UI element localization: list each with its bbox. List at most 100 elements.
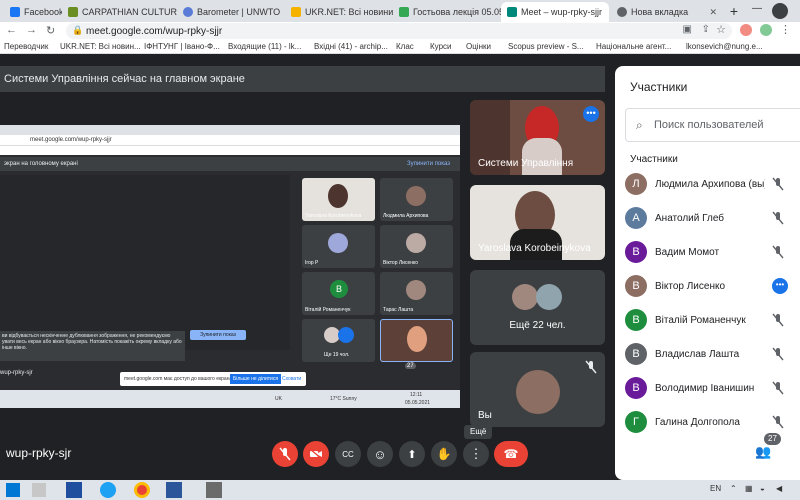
captions-button[interactable]: CC xyxy=(335,441,361,467)
new-tab-button[interactable]: + xyxy=(726,3,742,19)
back-icon[interactable]: ← xyxy=(6,24,17,36)
tab-facebook[interactable]: Facebook✕ xyxy=(4,2,62,22)
browser-tab-strip: Facebook✕ CARPATHIAN CULTURAL✕ Barometer… xyxy=(0,0,800,22)
tab-meet[interactable]: Meet – wup-rpky-sjjr✕ xyxy=(501,2,609,22)
tab-new[interactable]: Нова вкладка ✕ xyxy=(611,2,723,22)
mini-tile: Віктор Лисенко xyxy=(380,225,453,268)
wifi-icon[interactable]: ◒ xyxy=(760,484,765,493)
language-indicator[interactable]: EN xyxy=(710,484,721,493)
tab-lecture[interactable]: Гостьова лекція 05.05.✕ xyxy=(393,2,501,22)
word-app-icon[interactable] xyxy=(66,482,82,498)
present-button[interactable]: ⬆ xyxy=(399,441,425,467)
bookmark-item[interactable]: ІФНТУНГ | Івано-Ф... xyxy=(144,42,220,51)
bookmark-item[interactable]: Вхідні (41) - archip... xyxy=(314,42,388,51)
mic-off-icon xyxy=(279,447,291,461)
people-search[interactable]: ⌕ Поиск пользователей xyxy=(625,108,800,142)
tab-unwto[interactable]: Barometer | UNWTO✕ xyxy=(177,2,285,22)
participant-count-badge: 27 xyxy=(764,433,781,445)
person-photo xyxy=(536,284,562,310)
shared-stop-link[interactable]: Зупинити показ xyxy=(407,157,450,171)
start-icon[interactable] xyxy=(6,483,20,497)
raise-hand-button[interactable]: ✋ xyxy=(431,441,457,467)
mini-tile: Ще 19 чол. xyxy=(302,319,375,362)
participant-row[interactable]: В Віталій Романенчук xyxy=(625,307,800,333)
person-photo xyxy=(328,233,348,253)
tile-more-participants[interactable]: Ещё 22 чел. xyxy=(470,270,605,345)
bookmark-item[interactable]: Scopus preview - S... xyxy=(508,42,584,51)
tab-carpathian[interactable]: CARPATHIAN CULTURAL✕ xyxy=(62,2,177,22)
task-view-icon[interactable] xyxy=(32,483,46,497)
present-icon: ⬆ xyxy=(407,448,417,461)
mini-tile-name: Ще 19 чол. xyxy=(324,352,350,358)
warning-stop-button[interactable]: Зупинити показ xyxy=(190,330,246,340)
bookmark-item[interactable]: Клас xyxy=(396,42,414,51)
bookmark-item[interactable]: Входящие (11) - lk... xyxy=(228,42,301,51)
word-doc-icon[interactable] xyxy=(166,482,182,498)
avatar: В xyxy=(625,377,647,399)
share-notice: meet.google.com має доступ до вашого екр… xyxy=(120,372,306,386)
participant-row[interactable]: В Владислав Лашта xyxy=(625,341,800,367)
more-options-button[interactable]: ⋮ xyxy=(463,441,489,467)
extension-icon[interactable] xyxy=(760,24,772,36)
participant-row[interactable]: Г Галина Долгопола xyxy=(625,409,800,435)
tab-label: UKR.NET: Всі новини Ук xyxy=(305,7,393,17)
participant-row[interactable]: Л Людмила Архипова (вы) xyxy=(625,171,800,197)
participant-row[interactable]: В Володимир Іванишин xyxy=(625,375,800,401)
bookmark-item[interactable]: Курси xyxy=(430,42,452,51)
share-icon[interactable]: ⇪ xyxy=(702,24,710,35)
extension-icon[interactable] xyxy=(740,24,752,36)
hide-notice-link[interactable]: Сховати xyxy=(282,372,301,386)
address-bar-row: ← → ↻ 🔒 meet.google.com/wup-rpky-sjjr ▣ … xyxy=(0,22,800,40)
minimize-icon[interactable]: — xyxy=(752,3,762,14)
reload-icon[interactable]: ↻ xyxy=(46,24,55,37)
chrome-app-icon[interactable] xyxy=(134,482,150,498)
tile-presenter[interactable]: Системи Управління ••• xyxy=(470,100,605,175)
bookmark-item[interactable]: UKR.NET: Всі новин... xyxy=(60,42,141,51)
more-options-icon[interactable]: ••• xyxy=(772,278,788,294)
reactions-button[interactable]: ☺ xyxy=(367,441,393,467)
close-icon[interactable]: ✕ xyxy=(606,7,609,18)
self-avatar xyxy=(516,370,560,414)
tray-icon[interactable]: ⌃ xyxy=(730,484,737,493)
lock-icon: 🔒 xyxy=(72,25,84,35)
people-icon[interactable]: 👥 xyxy=(755,444,771,460)
participant-row[interactable]: В Віктор Лисенко ••• xyxy=(625,273,800,299)
menu-icon[interactable]: ⋮ xyxy=(780,23,791,36)
bookmark-item[interactable]: Оцінки xyxy=(466,42,491,51)
site-icon xyxy=(291,7,301,17)
tile-yaroslava[interactable]: Yaroslava Korobeinykova xyxy=(470,185,605,260)
more-options-icon[interactable]: ••• xyxy=(583,106,599,122)
explorer-icon[interactable] xyxy=(206,482,222,498)
star-icon[interactable]: ☆ xyxy=(716,23,726,36)
camera-toggle-button[interactable] xyxy=(303,441,329,467)
camera-off-icon xyxy=(309,448,323,460)
leave-call-button[interactable]: ☎ xyxy=(494,441,528,467)
avatar-initial: В xyxy=(330,280,348,298)
bookmark-item[interactable]: Переводчик xyxy=(4,42,48,51)
volume-icon[interactable]: ◀ xyxy=(776,484,782,493)
profile-avatar[interactable] xyxy=(772,3,788,19)
shared-time: 12:11 xyxy=(410,392,423,398)
tab-ukrnet[interactable]: UKR.NET: Всі новини Ук✕ xyxy=(285,2,393,22)
chat-icon[interactable]: ▤ xyxy=(784,444,796,460)
person-body xyxy=(522,138,562,175)
mic-toggle-button[interactable] xyxy=(272,441,298,467)
forward-icon[interactable]: → xyxy=(26,24,37,36)
mic-off-icon xyxy=(772,245,784,259)
mini-tile-name: Тарас Лашта xyxy=(383,307,414,313)
info-icon[interactable]: i xyxy=(728,446,742,460)
close-icon[interactable]: ✕ xyxy=(705,7,717,18)
url-field[interactable]: 🔒 meet.google.com/wup-rpky-sjjr ▣ ⇪ ☆ xyxy=(66,23,732,39)
stop-sharing-button[interactable]: Більше не ділитися xyxy=(230,374,282,384)
participant-row[interactable]: В Вадим Момот xyxy=(625,239,800,265)
bookmark-item[interactable]: Національне агент... xyxy=(596,42,671,51)
hang-up-icon: ☎ xyxy=(503,447,519,461)
tray-icon[interactable]: ▦ xyxy=(745,484,753,493)
edge-app-icon[interactable] xyxy=(100,482,116,498)
camera-icon[interactable]: ▣ xyxy=(683,24,692,35)
site-icon xyxy=(183,7,193,17)
participant-row[interactable]: А Анатолий Глеб xyxy=(625,205,800,231)
bookmark-item[interactable]: lkonsevich@nung.e... xyxy=(686,42,763,51)
search-placeholder: Поиск пользователей xyxy=(654,119,764,131)
person-photo xyxy=(406,233,426,253)
